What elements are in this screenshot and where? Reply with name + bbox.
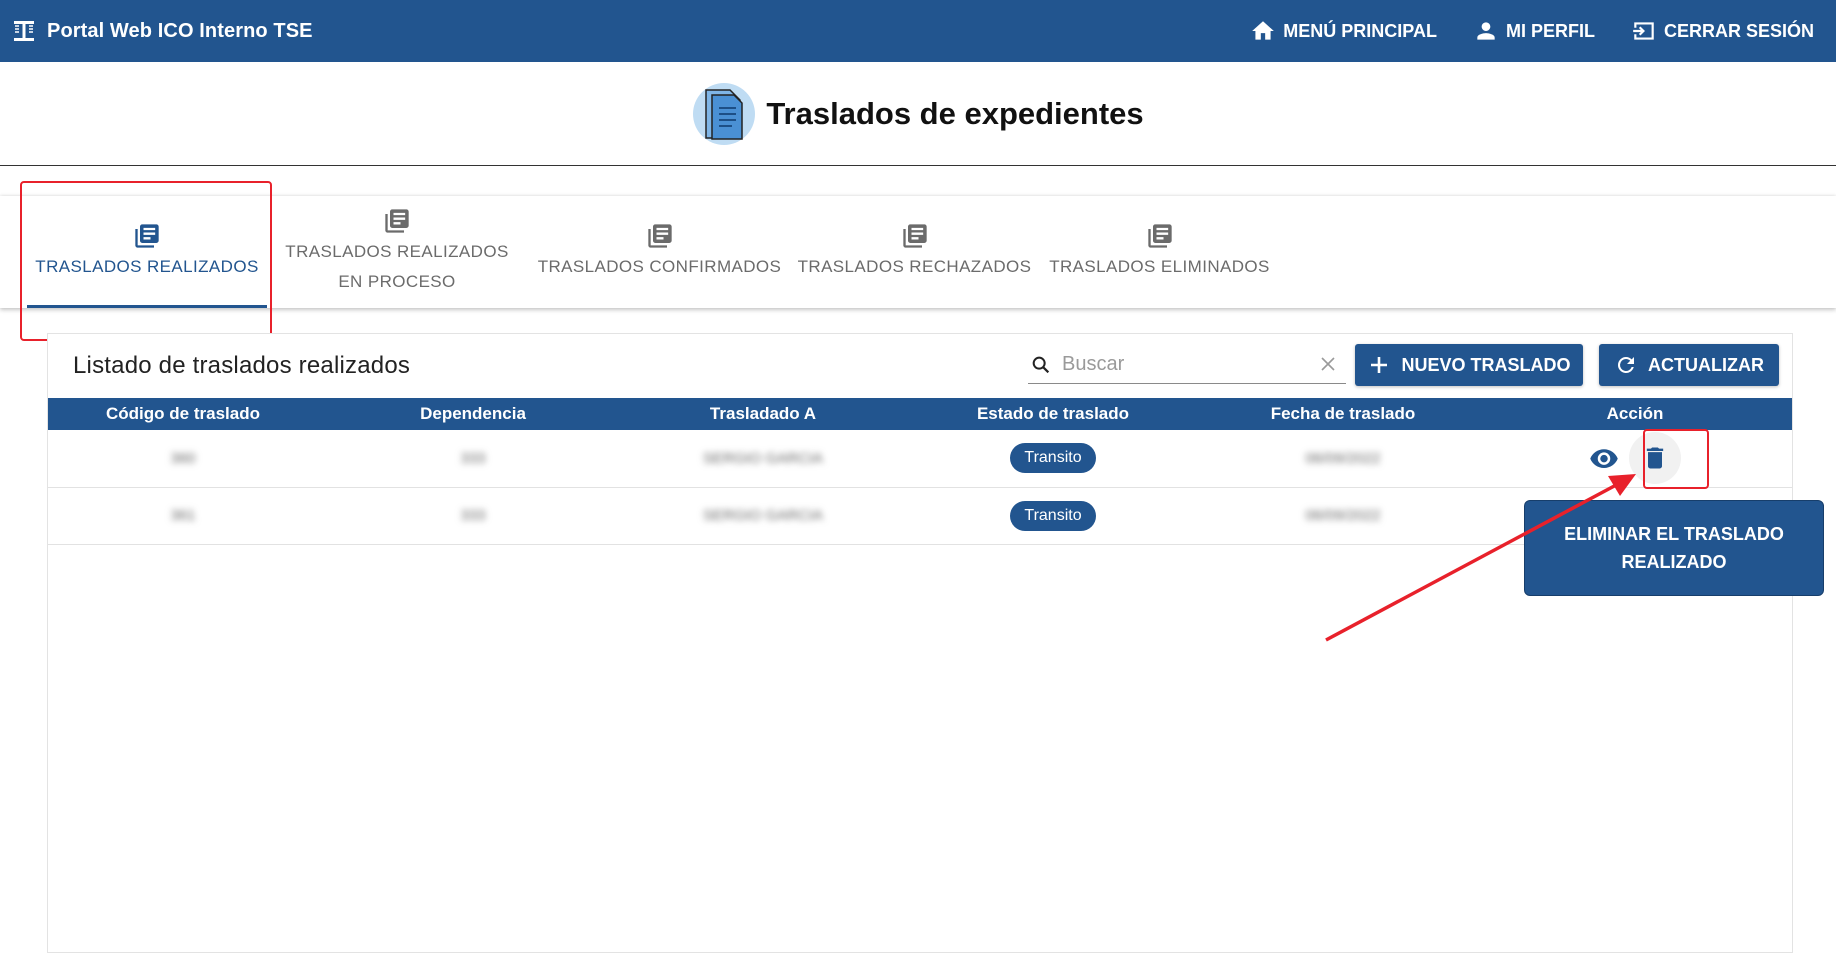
row-actions	[1478, 432, 1792, 485]
col-dependencia[interactable]: Dependencia	[318, 398, 628, 430]
cell-codigo: 360	[170, 449, 196, 467]
tab-label-line2: EN PROCESO	[338, 272, 456, 291]
tooltip-text: ELIMINAR EL TRASLADO REALIZADO	[1564, 524, 1784, 572]
top-app-bar: Portal Web ICO Interno TSE MENÚ PRINCIPA…	[0, 0, 1836, 62]
col-trasladado[interactable]: Trasladado A	[628, 398, 898, 430]
scale-logo-icon	[14, 21, 34, 41]
trash-icon	[1646, 447, 1664, 469]
person-icon	[1477, 22, 1495, 40]
search-field[interactable]	[1028, 346, 1346, 384]
tab-traslados-en-proceso[interactable]: TRASLADOS REALIZADOS EN PROCESO	[267, 196, 527, 308]
table-header-row: Código de traslado Dependencia Trasladad…	[48, 398, 1792, 430]
library-books-icon	[1147, 224, 1172, 248]
col-codigo[interactable]: Código de traslado	[48, 398, 318, 430]
refresh-label: ACTUALIZAR	[1648, 354, 1764, 375]
cell-fecha: 06/09/2022	[1305, 507, 1381, 524]
brand[interactable]: Portal Web ICO Interno TSE	[11, 18, 313, 44]
cell-dependencia: 333	[460, 507, 486, 524]
status-badge: Transito	[1010, 443, 1096, 474]
refresh-button[interactable]: ACTUALIZAR	[1599, 344, 1779, 386]
library-books-icon	[385, 209, 409, 233]
tab-bar: TRASLADOS REALIZADOS TRASLADOS REALIZADO…	[0, 196, 1836, 308]
nav-logout-label: CERRAR SESIÓN	[1663, 20, 1814, 41]
tab-traslados-rechazados[interactable]: TRASLADOS RECHAZADOS	[792, 196, 1037, 308]
nav-main-menu-label: MENÚ PRINCIPAL	[1283, 20, 1437, 41]
plus-icon	[1371, 357, 1388, 373]
tab-traslados-eliminados[interactable]: TRASLADOS ELIMINADOS	[1037, 196, 1282, 308]
library-books-icon	[647, 224, 672, 248]
search-input[interactable]	[1062, 353, 1302, 376]
refresh-icon	[1618, 357, 1634, 373]
cell-codigo: 361	[170, 507, 196, 524]
document-icon	[693, 82, 756, 145]
col-estado[interactable]: Estado de traslado	[898, 398, 1208, 430]
transfers-panel: Listado de traslados realizados NUEVO TR…	[47, 333, 1793, 953]
tab-label: TRASLADOS CONFIRMADOS	[537, 257, 782, 276]
delete-button[interactable]	[1629, 432, 1681, 485]
tab-label-line1: TRASLADOS REALIZADOS	[285, 242, 509, 261]
cell-trasladado: SERGIO GARCIA	[702, 449, 824, 467]
cell-fecha: 06/09/2022	[1305, 449, 1381, 467]
nav-main-menu[interactable]: MENÚ PRINCIPAL	[1250, 18, 1437, 44]
new-transfer-label: NUEVO TRASLADO	[1401, 354, 1571, 375]
clear-icon[interactable]	[1318, 354, 1338, 374]
status-badge: Transito	[1010, 500, 1096, 531]
cell-dependencia: 333	[460, 449, 486, 467]
panel-title: Listado de traslados realizados	[73, 352, 411, 379]
search-icon	[1032, 356, 1050, 373]
delete-tooltip: ELIMINAR EL TRASLADO REALIZADO	[1524, 500, 1824, 596]
new-transfer-button[interactable]: NUEVO TRASLADO	[1355, 344, 1583, 386]
nav-profile-label: MI PERFIL	[1505, 20, 1595, 41]
cell-trasladado: SERGIO GARCIA	[702, 507, 824, 524]
page-title: Traslados de expedientes	[766, 95, 1144, 131]
tab-traslados-realizados[interactable]: TRASLADOS REALIZADOS	[27, 196, 267, 308]
col-fecha[interactable]: Fecha de traslado	[1208, 398, 1478, 430]
col-accion: Acción	[1606, 404, 1664, 423]
app-title: Portal Web ICO Interno TSE	[47, 19, 313, 42]
table-row: 360 333 SERGIO GARCIA Transito 06/09/202…	[48, 430, 1792, 487]
library-books-icon	[902, 224, 927, 248]
home-icon	[1252, 21, 1275, 40]
logout-icon	[1633, 22, 1654, 40]
view-eye-icon[interactable]	[1589, 443, 1619, 473]
tab-label: TRASLADOS RECHAZADOS	[797, 257, 1032, 276]
top-nav: MENÚ PRINCIPAL MI PERFIL CERRAR SESIÓN	[1214, 18, 1814, 44]
library-books-icon	[135, 224, 159, 248]
tab-label: TRASLADOS ELIMINADOS	[1049, 257, 1270, 276]
page-header: Traslados de expedientes	[0, 62, 1836, 166]
tab-label: TRASLADOS REALIZADOS	[35, 257, 259, 276]
nav-logout[interactable]: CERRAR SESIÓN	[1631, 18, 1814, 44]
nav-profile[interactable]: MI PERFIL	[1473, 18, 1595, 44]
tab-traslados-confirmados[interactable]: TRASLADOS CONFIRMADOS	[527, 196, 792, 308]
